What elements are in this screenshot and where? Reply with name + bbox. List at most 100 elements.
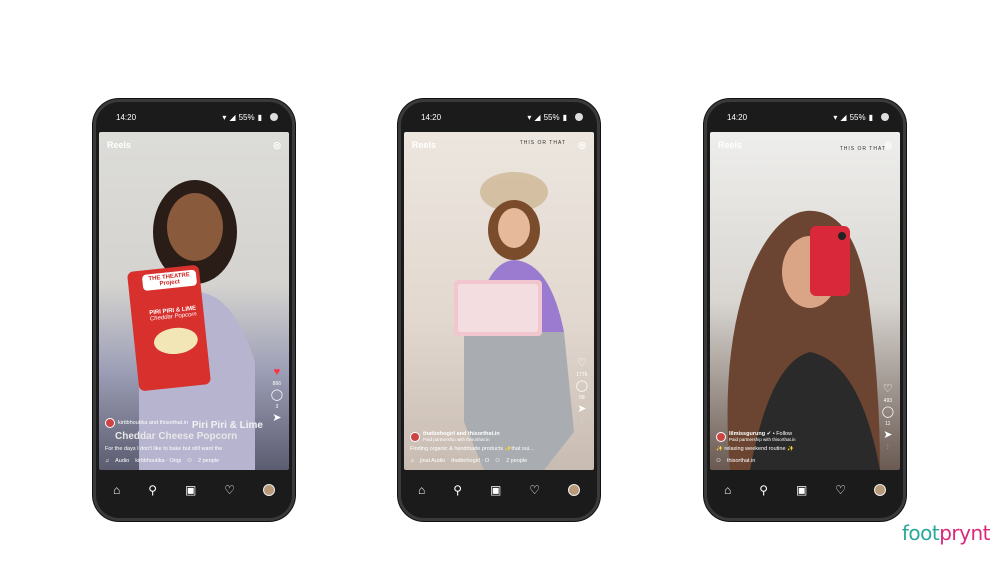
paid-partnership[interactable]: Paid partnership with thisorthat.in bbox=[423, 437, 500, 442]
like-icon[interactable]: ♥ bbox=[274, 367, 281, 378]
heart-icon[interactable]: ♡ bbox=[529, 483, 540, 497]
audio-label[interactable]: jinal Audio bbox=[420, 458, 445, 464]
person-tag-icon: ⚇ bbox=[716, 458, 721, 464]
people-count[interactable]: 2 people bbox=[198, 458, 219, 464]
reel-description[interactable]: ✨ relaxing weekend routine ✨ bbox=[716, 446, 874, 452]
logo-part-1: foot bbox=[901, 521, 940, 545]
paid-partnership[interactable]: Paid partnership with thisorthat.in bbox=[729, 437, 796, 442]
profile-avatar[interactable] bbox=[874, 484, 887, 496]
phone-3: 14:20 ▾ ◢ 55% ▮ Reels ◎ THIS OR THAT ♡ 4… bbox=[704, 99, 906, 521]
profile-avatar[interactable] bbox=[263, 484, 276, 496]
heart-icon[interactable]: ♡ bbox=[835, 483, 846, 497]
front-camera bbox=[575, 113, 583, 121]
more-icon[interactable]: ⋮ bbox=[885, 444, 890, 450]
reel-user[interactable]: thatbohogirl and thisorthat.in Paid part… bbox=[410, 431, 568, 442]
heart-icon[interactable]: ♡ bbox=[224, 483, 235, 497]
comment-icon[interactable]: ◯ bbox=[576, 381, 588, 392]
tag-row[interactable]: ⚇ thisorthat.in bbox=[716, 458, 874, 464]
reels-icon[interactable]: ▣ bbox=[490, 483, 501, 497]
bottom-nav: ⌂ ⚲ ▣ ♡ bbox=[404, 476, 594, 504]
logo-part-2: prynt bbox=[939, 521, 990, 545]
reel-caption: kirtibhoutika and thisorthat.in Piri Pir… bbox=[105, 418, 263, 464]
reels-icon[interactable]: ▣ bbox=[185, 483, 196, 497]
like-count: 866 bbox=[272, 381, 282, 387]
status-bar: 14:20 ▾ ◢ 55% ▮ bbox=[96, 102, 292, 132]
slide: 14:20 ▾ ◢ 55% ▮ THE THEATRE Project PIRI… bbox=[0, 0, 1000, 563]
comment-icon[interactable]: ◯ bbox=[271, 390, 283, 401]
signal-icon: ◢ bbox=[840, 112, 847, 122]
phone-2: 14:20 ▾ ◢ 55% ▮ Reels ◎ THIS OR THAT ♡ 1… bbox=[398, 99, 600, 521]
reel-caption: thatbohogirl and thisorthat.in Paid part… bbox=[410, 431, 568, 464]
product-bag: THE THEATRE Project PIRI PIRI & LIME Che… bbox=[133, 261, 215, 386]
music-icon: ♫ bbox=[105, 458, 110, 464]
tagged-account[interactable]: thisorthat.in bbox=[727, 458, 755, 464]
front-camera bbox=[881, 113, 889, 121]
audio-row[interactable]: ♫ jinal Audio thatbohogirl · O ⚇ 2 peopl… bbox=[410, 458, 568, 464]
reels-header: Reels ◎ bbox=[107, 140, 281, 151]
search-icon[interactable]: ⚲ bbox=[759, 483, 768, 497]
audio-row[interactable]: ♫ Audio kirtibhoutika · Origi ⚇ 2 people bbox=[105, 458, 263, 464]
battery-icon: ▮ bbox=[257, 112, 262, 122]
wifi-icon: ▾ bbox=[527, 112, 532, 122]
avatar[interactable] bbox=[105, 418, 115, 428]
reel-actions: ♥ 866 ◯ 3 ➤ bbox=[271, 367, 283, 424]
share-icon[interactable]: ➤ bbox=[577, 404, 586, 415]
audio-user[interactable]: kirtibhoutika · Origi bbox=[135, 458, 181, 464]
people-icon: ⚇ bbox=[495, 458, 501, 464]
reel-person-image bbox=[727, 210, 880, 470]
reel-description[interactable]: Finding organic & handmade products ✨tha… bbox=[410, 446, 568, 452]
home-icon[interactable]: ⌂ bbox=[724, 483, 731, 497]
profile-avatar[interactable] bbox=[568, 484, 581, 496]
home-icon[interactable]: ⌂ bbox=[113, 483, 120, 497]
reel-description[interactable]: For the days I don't like to bake but st… bbox=[105, 446, 263, 452]
overlay-text-2: Cheddar Cheese Popcorn bbox=[115, 431, 238, 442]
reels-title: Reels bbox=[718, 140, 743, 150]
home-icon[interactable]: ⌂ bbox=[418, 483, 425, 497]
reel-actions: ♡ 1776 ◯ 58 ➤ ⋮ bbox=[576, 358, 588, 425]
like-icon[interactable]: ♡ bbox=[883, 384, 893, 395]
reel-caption: lilmissgurung ✔ • Follow Paid partnershi… bbox=[716, 431, 874, 464]
username[interactable]: kirtibhoutika and thisorthat.in bbox=[118, 420, 188, 426]
battery-level: 55% bbox=[543, 112, 560, 122]
popcorn-illustration bbox=[152, 325, 200, 357]
search-icon[interactable]: ⚲ bbox=[148, 483, 157, 497]
camera-icon[interactable]: ◎ bbox=[273, 140, 281, 151]
battery-icon: ▮ bbox=[562, 112, 567, 122]
reels-title: Reels bbox=[107, 140, 132, 150]
comment-count: 3 bbox=[275, 404, 279, 410]
status-icons: ▾ ◢ 55% ▮ bbox=[527, 113, 567, 122]
phone-1: 14:20 ▾ ◢ 55% ▮ THE THEATRE Project PIRI… bbox=[93, 99, 295, 521]
product-brand: THE THEATRE Project bbox=[141, 269, 198, 292]
front-camera bbox=[270, 113, 278, 121]
more-icon[interactable]: ⋮ bbox=[579, 418, 584, 424]
comment-icon[interactable]: ◯ bbox=[882, 407, 894, 418]
reels-icon[interactable]: ▣ bbox=[796, 483, 807, 497]
wifi-icon: ▾ bbox=[833, 112, 838, 122]
avatar[interactable] bbox=[410, 431, 420, 442]
battery-level: 55% bbox=[849, 112, 866, 122]
people-count[interactable]: 2 people bbox=[506, 458, 527, 464]
share-icon[interactable]: ➤ bbox=[883, 430, 892, 441]
reel-user[interactable]: lilmissgurung ✔ • Follow Paid partnershi… bbox=[716, 431, 874, 442]
avatar[interactable] bbox=[716, 431, 726, 442]
status-time: 14:20 bbox=[421, 112, 442, 122]
audio-label[interactable]: Audio bbox=[115, 458, 129, 464]
like-count: 493 bbox=[883, 398, 893, 404]
like-icon[interactable]: ♡ bbox=[577, 358, 587, 369]
reel-video[interactable]: Reels ◎ THIS OR THAT ♡ 493 ◯ 11 ➤ ⋮ lilm… bbox=[710, 132, 900, 470]
audio-user[interactable]: thatbohogirl · O bbox=[451, 458, 489, 464]
reel-actions: ♡ 493 ◯ 11 ➤ ⋮ bbox=[882, 384, 894, 451]
battery-icon: ▮ bbox=[868, 112, 873, 122]
status-icons: ▾ ◢ 55% ▮ bbox=[833, 113, 873, 122]
reel-video[interactable]: Reels ◎ THIS OR THAT ♡ 1776 ◯ 58 ➤ ⋮ tha… bbox=[404, 132, 594, 470]
bottom-nav: ⌂ ⚲ ▣ ♡ bbox=[99, 476, 289, 504]
music-icon: ♫ bbox=[410, 458, 415, 464]
reel-video[interactable]: THE THEATRE Project PIRI PIRI & LIME Che… bbox=[99, 132, 289, 470]
camera-icon[interactable]: ◎ bbox=[578, 140, 586, 151]
status-bar: 14:20 ▾ ◢ 55% ▮ bbox=[401, 102, 597, 132]
search-icon[interactable]: ⚲ bbox=[453, 483, 462, 497]
wifi-icon: ▾ bbox=[222, 112, 227, 122]
reels-title: Reels bbox=[412, 140, 437, 150]
status-time: 14:20 bbox=[116, 112, 137, 122]
share-icon[interactable]: ➤ bbox=[272, 413, 281, 424]
